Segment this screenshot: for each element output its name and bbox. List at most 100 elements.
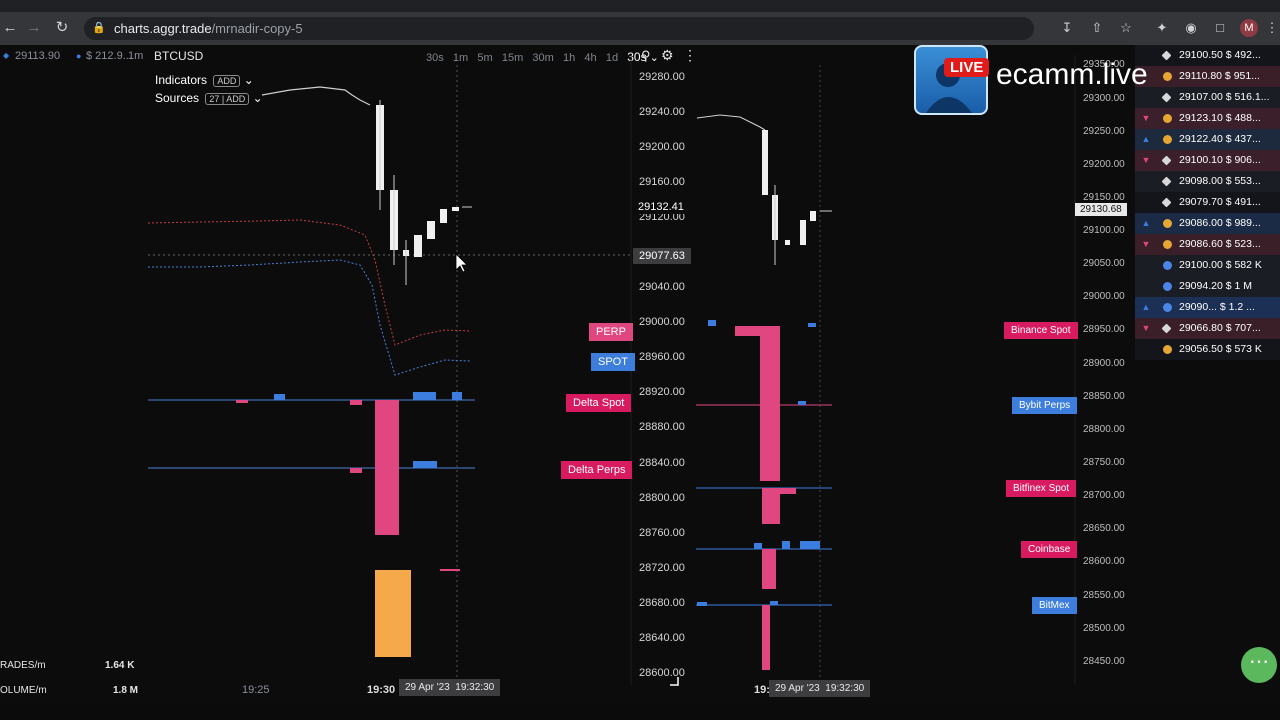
right-price-tick: 28450.00 [1083,656,1125,667]
price-tick: 28840.00 [639,457,685,469]
right-price-tick: 29050.00 [1083,258,1125,269]
feed-trade-text: 29100.10 $ 906... [1179,154,1261,166]
price-tick: 28600.00 [639,667,685,676]
coin-icon [1163,135,1172,144]
feed-row: ▼ 29123.10 $ 488... [1135,108,1280,129]
price-tick: 29040.00 [639,281,685,293]
right-price-tick: 28700.00 [1083,490,1125,501]
resize-handle-icon [670,677,679,686]
reload-icon[interactable]: ↻ [52,18,72,38]
profile-avatar[interactable]: M [1240,19,1258,37]
trades-feed[interactable]: 29100.50 $ 492... 29110.80 $ 951... 29107.… [1135,45,1280,365]
feed-trade-text: 29066.80 $ 707... [1179,322,1261,334]
feed-trade-text: 29094.20 $ 1 M [1179,280,1252,292]
feed-trade-text: 29100.50 $ 492... [1179,49,1261,61]
feed-row: ▼ 29066.80 $ 707... [1135,318,1280,339]
candle-6 [440,209,447,223]
price-tick: 29200.00 [639,141,685,153]
feed-row: 29056.50 $ 573 K [1135,339,1280,360]
time-tick: 19:30 [367,684,396,696]
feed-trade-text: 29086.00 $ 989... [1179,217,1261,229]
feed-trade-text: 29086.60 $ 523... [1179,238,1261,250]
share-icon[interactable]: ⇧ [1087,18,1107,38]
diamond-icon [1161,50,1172,61]
feed-trade-text: 29098.00 $ 553... [1179,175,1261,187]
mouse-cursor-icon [455,253,468,273]
diamond-icon [1161,176,1172,187]
url-path: /mrnadir-copy-5 [211,21,303,36]
exchange-icon [1163,303,1172,312]
presenter-avatar [914,45,988,115]
url-host: charts.aggr.trade [114,21,212,36]
price-tick: 28640.00 [639,632,685,644]
price-tick: 29280.00 [639,71,685,83]
media-icon[interactable]: ◉ [1181,18,1201,38]
right-price-tick: 29100.00 [1083,225,1125,236]
time-tick: 19:25 [242,684,270,696]
candle-4 [414,235,422,257]
feed-row: 29098.00 $ 553... [1135,171,1280,192]
more-options-fab-icon[interactable]: ⋯ [1241,647,1277,683]
chevron-down-icon: ▼ [1141,113,1151,123]
price-tick: 28760.00 [639,527,685,539]
tab-strip [0,0,1280,12]
feed-row: 29110.80 $ 951... [1135,66,1280,87]
band-lower [148,259,471,376]
feed-row: 29107.00 $ 516.1... [1135,87,1280,108]
spot-tag: SPOT [591,353,635,371]
feed-row: 29100.50 $ 492... [1135,45,1280,66]
feed-row: ▼ 29086.60 $ 523... [1135,234,1280,255]
install-app-icon[interactable]: ↧ [1057,18,1077,38]
right-cursor-time-badge: 29 Apr '23 19:32:30 [769,680,871,697]
right-price-tick: 28800.00 [1083,424,1125,435]
coin-icon [1163,240,1172,249]
feed-trade-text: 29110.80 $ 951... [1179,70,1260,82]
diamond-icon [1161,323,1172,334]
last-price-label: 29132.41 [633,200,689,214]
price-tick: 28920.00 [639,386,685,398]
delta-spot-tag: Delta Spot [566,394,632,412]
coin-icon [1163,114,1172,123]
diamond-icon [1161,197,1172,208]
chevron-up-icon: ▲ [1141,218,1151,228]
feed-trade-text: 29056.50 $ 573 K [1179,343,1262,355]
url-text[interactable]: charts.aggr.trade/mrnadir-copy-5 [114,21,303,36]
right-price-tick: 28850.00 [1083,391,1125,402]
exchange-icon [1163,282,1172,291]
menu-kebab-icon[interactable]: ⋮ [1262,18,1280,38]
coinbase-tag: Coinbase [1021,541,1078,558]
chevron-up-icon: ▲ [1141,134,1151,144]
extensions-icon[interactable]: ✦ [1152,18,1172,38]
diamond-icon [1161,155,1172,166]
coin-icon [1163,345,1172,354]
trades-label: RADES/m [0,660,46,671]
lock-icon[interactable]: 🔒 [92,21,106,34]
price-tick: 28680.00 [639,597,685,609]
sidepanel-icon[interactable]: □ [1210,18,1230,38]
candle-7 [452,207,459,211]
bitfinex-spot-tag: Bitfinex Spot [1006,480,1077,497]
right-price-tick: 28600.00 [1083,556,1125,567]
right-price-tick: 28750.00 [1083,457,1125,468]
right-candles [762,130,832,265]
bookmark-star-icon[interactable]: ☆ [1116,18,1136,38]
person-silhouette-icon [926,63,972,113]
delta-perps-tag: Delta Perps [561,461,633,479]
right-price-tick: 29150.00 [1083,192,1125,203]
perp-tag: PERP [589,323,633,341]
feed-trade-text: 29122.40 $ 437... [1179,133,1261,145]
forward-icon[interactable]: → [24,18,44,38]
back-icon[interactable]: ← [0,18,20,38]
feed-row: 29079.70 $ 491... [1135,192,1280,213]
price-line-top [261,86,371,106]
price-tick: 28800.00 [639,492,685,504]
right-price-tick: 28550.00 [1083,590,1125,601]
coin-icon [1163,72,1172,81]
price-tick: 28720.00 [639,562,685,574]
bybit-perps-tag: Bybit Perps [1012,397,1078,414]
cursor-price-label: 29077.63 [633,248,691,264]
diamond-icon [1161,92,1172,103]
exchange-icon [1163,261,1172,270]
right-price-tick: 28950.00 [1083,324,1125,335]
coin-icon [1163,219,1172,228]
